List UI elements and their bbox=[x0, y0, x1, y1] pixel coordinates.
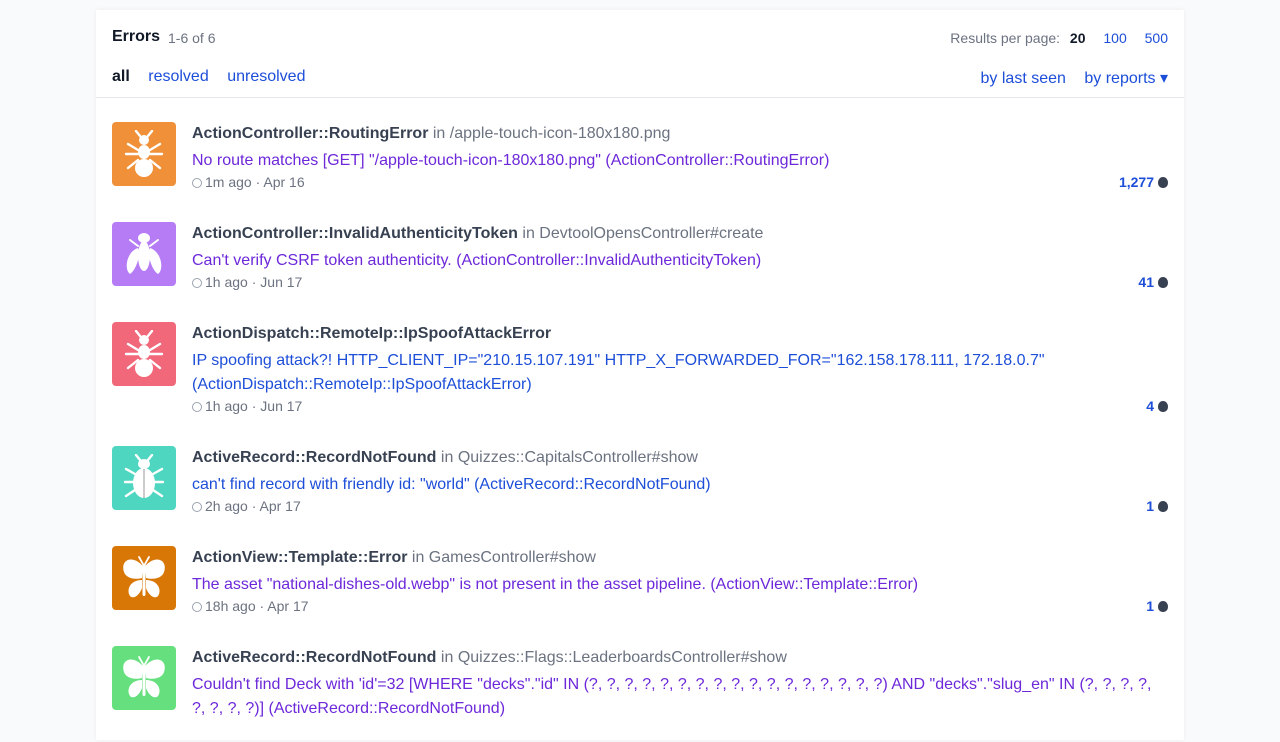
error-class[interactable]: ActionView::Template::Error bbox=[192, 549, 407, 566]
results-per-page-option-100[interactable]: 100 bbox=[1103, 30, 1126, 46]
error-date: Jun 17 bbox=[260, 274, 303, 290]
error-class[interactable]: ActionController::InvalidAuthenticityTok… bbox=[192, 225, 518, 242]
error-title[interactable]: ActiveRecord::RecordNotFound in Quizzes:… bbox=[192, 449, 698, 467]
bug-icon bbox=[1158, 177, 1168, 188]
error-row[interactable]: ActionDispatch::RemoteIp::IpSpoofAttackE… bbox=[96, 322, 1184, 418]
error-message[interactable]: The asset "national-dishes-old.webp" is … bbox=[192, 573, 1168, 597]
error-title[interactable]: ActionView::Template::Error in GamesCont… bbox=[192, 549, 596, 567]
fly-icon bbox=[122, 230, 166, 278]
results-per-page-option-500[interactable]: 500 bbox=[1145, 30, 1168, 46]
status-filters: all resolved unresolved bbox=[112, 68, 319, 86]
error-meta: 1m ago · Apr 16 bbox=[192, 174, 305, 190]
error-row[interactable]: ActionController::InvalidAuthenticityTok… bbox=[96, 222, 1184, 294]
error-message[interactable]: No route matches [GET] "/apple-touch-ico… bbox=[192, 149, 1168, 173]
clock-icon bbox=[192, 502, 202, 512]
error-message[interactable]: can't find record with friendly id: "wor… bbox=[192, 473, 1168, 497]
error-date: Apr 16 bbox=[263, 174, 305, 190]
clock-icon bbox=[192, 278, 202, 288]
error-last-seen: 2h ago bbox=[205, 498, 248, 514]
report-count-value: 41 bbox=[1138, 274, 1154, 290]
error-class[interactable]: ActionDispatch::RemoteIp::IpSpoofAttackE… bbox=[192, 325, 551, 342]
report-count-value: 1 bbox=[1146, 498, 1154, 514]
error-icon-tile bbox=[112, 222, 176, 286]
error-class[interactable]: ActiveRecord::RecordNotFound bbox=[192, 449, 436, 466]
error-report-count[interactable]: 41 bbox=[1138, 274, 1168, 290]
filter-unresolved[interactable]: unresolved bbox=[227, 68, 305, 85]
clock-icon bbox=[192, 402, 202, 412]
error-class[interactable]: ActionController::RoutingError bbox=[192, 125, 428, 142]
results-per-page-label: Results per page: bbox=[950, 30, 1061, 46]
error-report-count[interactable]: 1 bbox=[1146, 598, 1168, 614]
results-per-page: Results per page: 20 100 500 bbox=[950, 30, 1168, 46]
error-title[interactable]: ActionDispatch::RemoteIp::IpSpoofAttackE… bbox=[192, 325, 551, 343]
error-icon-tile bbox=[112, 446, 176, 510]
results-per-page-selected[interactable]: 20 bbox=[1070, 30, 1086, 46]
clock-icon bbox=[192, 602, 202, 612]
error-icon-tile bbox=[112, 322, 176, 386]
bug-icon bbox=[1158, 401, 1168, 412]
page-title: Errors bbox=[112, 28, 161, 45]
butterfly-icon bbox=[122, 554, 166, 602]
bug-icon bbox=[1158, 501, 1168, 512]
error-location: Quizzes::Flags::LeaderboardsController#s… bbox=[457, 649, 787, 666]
filter-all[interactable]: all bbox=[112, 68, 130, 85]
error-report-count[interactable]: 1,277 bbox=[1119, 174, 1168, 190]
error-title[interactable]: ActionController::InvalidAuthenticityTok… bbox=[192, 225, 763, 243]
error-location: Quizzes::CapitalsController#show bbox=[457, 449, 698, 466]
error-message[interactable]: Can't verify CSRF token authenticity. (A… bbox=[192, 249, 1168, 273]
bug-icon bbox=[1158, 601, 1168, 612]
error-title[interactable]: ActionController::RoutingError in /apple… bbox=[192, 125, 670, 143]
error-icon-tile bbox=[112, 122, 176, 186]
beetle-icon bbox=[122, 454, 166, 502]
error-location: GamesController#show bbox=[428, 549, 596, 566]
error-in-prefix: in bbox=[440, 649, 454, 666]
error-meta: 2h ago · Apr 17 bbox=[192, 498, 301, 514]
error-row[interactable]: ActiveRecord::RecordNotFound in Quizzes:… bbox=[96, 446, 1184, 518]
error-row[interactable]: ActionView::Template::Error in GamesCont… bbox=[96, 546, 1184, 618]
error-date: Jun 17 bbox=[260, 398, 303, 414]
error-report-count[interactable]: 4 bbox=[1146, 398, 1168, 414]
error-message[interactable]: IP spoofing attack?! HTTP_CLIENT_IP="210… bbox=[192, 349, 1168, 397]
filter-resolved[interactable]: resolved bbox=[148, 68, 208, 85]
error-date: Apr 17 bbox=[259, 498, 301, 514]
error-in-prefix: in bbox=[411, 549, 425, 566]
error-last-seen: 1h ago bbox=[205, 274, 248, 290]
error-location: DevtoolOpensController#create bbox=[539, 225, 764, 242]
error-class[interactable]: ActiveRecord::RecordNotFound bbox=[192, 649, 436, 666]
report-count-value: 4 bbox=[1146, 398, 1154, 414]
sort-by-last-seen[interactable]: by last seen bbox=[981, 70, 1066, 87]
error-last-seen: 1h ago bbox=[205, 398, 248, 414]
error-row[interactable]: ActiveRecord::RecordNotFound in Quizzes:… bbox=[96, 646, 1184, 742]
error-icon-tile bbox=[112, 546, 176, 610]
error-in-prefix: in bbox=[432, 125, 446, 142]
error-date: Apr 17 bbox=[267, 598, 309, 614]
error-last-seen: 18h ago bbox=[205, 598, 256, 614]
ant-icon bbox=[122, 130, 166, 178]
errors-card: Errors 1-6 of 6 Results per page: 20 100… bbox=[96, 10, 1184, 740]
error-message[interactable]: Couldn't find Deck with 'id'=32 [WHERE "… bbox=[192, 673, 1168, 721]
bug-icon bbox=[1158, 277, 1168, 288]
error-last-seen: 1m ago bbox=[205, 174, 252, 190]
error-icon-tile bbox=[112, 646, 176, 710]
errors-header: Errors 1-6 of 6 Results per page: 20 100… bbox=[96, 10, 1184, 98]
report-count-value: 1,277 bbox=[1118, 174, 1154, 190]
error-meta: 1h ago · Jun 17 bbox=[192, 274, 302, 290]
clock-icon bbox=[192, 178, 202, 188]
error-meta: 18h ago · Apr 17 bbox=[192, 598, 309, 614]
butterfly-icon bbox=[122, 654, 166, 702]
report-count-value: 1 bbox=[1146, 598, 1154, 614]
sort-by-reports[interactable]: by reports ▾ bbox=[1084, 70, 1168, 87]
error-title[interactable]: ActiveRecord::RecordNotFound in Quizzes:… bbox=[192, 649, 787, 667]
error-meta: 1h ago · Jun 17 bbox=[192, 398, 302, 414]
error-in-prefix: in bbox=[440, 449, 454, 466]
error-row[interactable]: ActionController::RoutingError in /apple… bbox=[96, 122, 1184, 194]
ant-icon bbox=[122, 330, 166, 378]
results-count: 1-6 of 6 bbox=[168, 30, 216, 46]
sort-options: by last seen by reports ▾ bbox=[967, 68, 1168, 88]
error-report-count[interactable]: 1 bbox=[1146, 498, 1168, 514]
error-location: /apple-touch-icon-180x180.png bbox=[449, 125, 671, 142]
error-in-prefix: in bbox=[522, 225, 535, 242]
